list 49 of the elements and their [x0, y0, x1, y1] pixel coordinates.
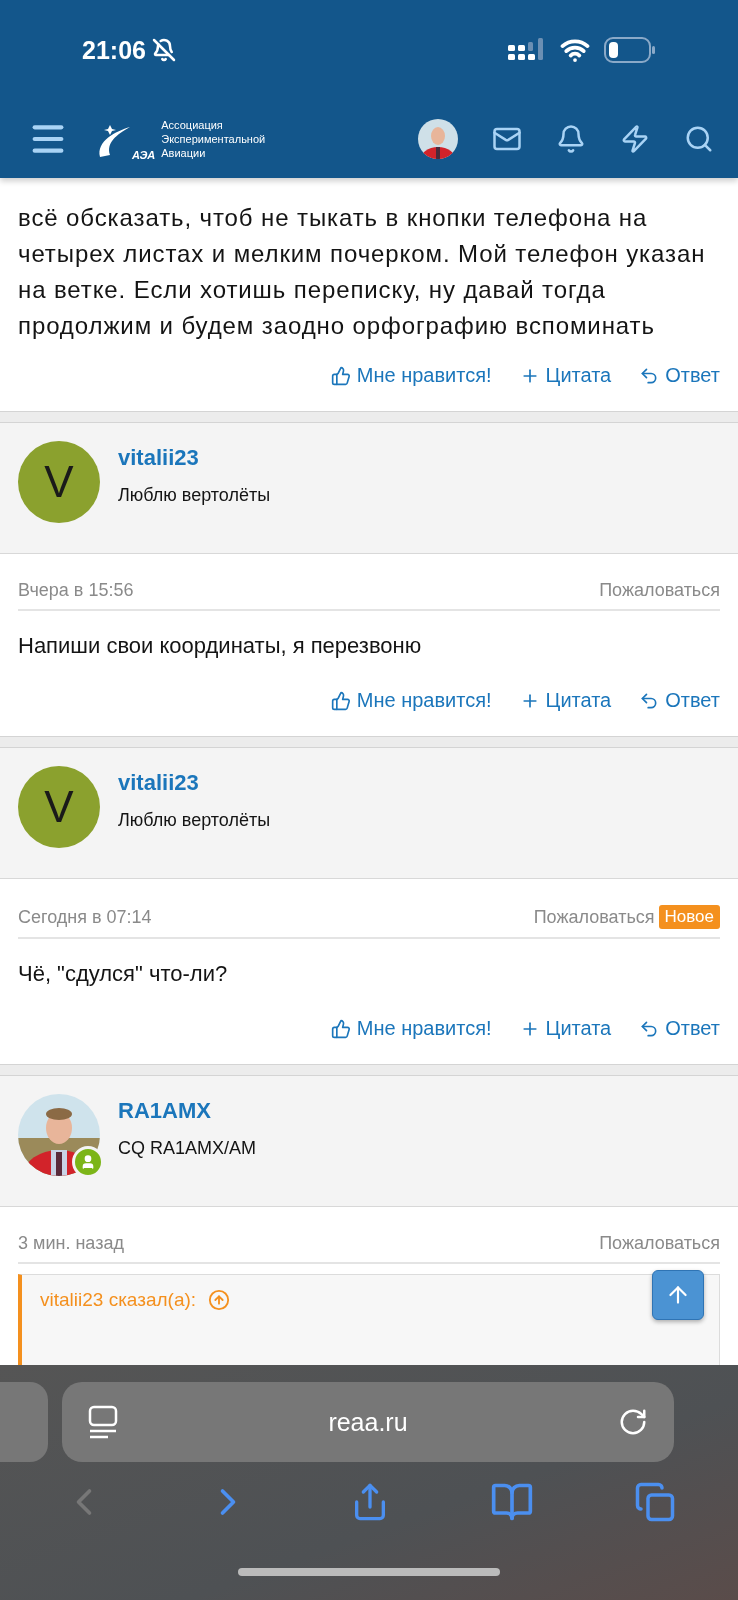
lightning-icon[interactable] [620, 124, 650, 154]
url-text: reaa.ru [328, 1407, 408, 1437]
report-link[interactable]: Пожаловаться [533, 906, 655, 928]
like-link[interactable]: Мне нравится! [330, 1017, 492, 1040]
like-link[interactable]: Мне нравится! [330, 364, 492, 387]
reply-link[interactable]: Ответ [639, 689, 720, 712]
username-link[interactable]: vitalii23 [118, 444, 271, 471]
tabs-icon [634, 1481, 676, 1523]
search-icon[interactable] [684, 124, 714, 154]
avatar[interactable]: V [18, 766, 100, 848]
logo-text: Ассоциация [161, 118, 224, 132]
post-time: 3 мин. назад [18, 1233, 124, 1254]
post-time: Сегодня в 07:14 [18, 906, 152, 928]
battery-icon [604, 37, 656, 63]
reply-link[interactable]: Ответ [639, 364, 720, 387]
thumbs-up-icon [330, 365, 351, 386]
post-text: Чё, "сдулся" что-ли? [17, 960, 229, 988]
account-avatar[interactable] [418, 119, 458, 159]
username-link[interactable]: vitalii23 [118, 769, 271, 796]
quote-link[interactable]: Цитата [519, 1017, 612, 1040]
logo-text: Экспериментальной [161, 132, 266, 146]
quote-link[interactable]: Цитата [519, 364, 612, 387]
report-link[interactable]: Пожаловаться [599, 580, 720, 601]
reply-link[interactable]: Ответ [639, 1017, 720, 1040]
page-menu-icon [88, 1405, 118, 1439]
status-time: 21:06 [82, 35, 146, 65]
username-link[interactable]: RA1AMX [118, 1097, 257, 1124]
tabs-button[interactable] [634, 1481, 676, 1523]
site-logo[interactable]: АЭА [96, 117, 156, 161]
avatar[interactable]: V [18, 441, 100, 523]
user-title: Люблю вертолёты [118, 484, 271, 506]
user-title: CQ RA1AMX/AM [118, 1137, 257, 1159]
quote-link[interactable]: Цитата [519, 689, 612, 712]
thumbs-up-icon [330, 690, 351, 711]
address-bar[interactable]: reaa.ru [62, 1382, 674, 1462]
reload-icon[interactable] [618, 1407, 648, 1437]
thumbs-up-icon [330, 1018, 351, 1039]
post-text: всё обсказать, чтоб не тыкать в кнопки телефона на четырех листах и мелким почерком. Мой телефон указан на ветке. Если хотишь переписку, ну давай тогда продолжим и будем заодно орфографию вспоминать [17, 203, 707, 341]
report-link[interactable]: Пожаловаться [599, 1233, 720, 1254]
signal-icon [508, 38, 546, 62]
bell-icon[interactable] [556, 124, 586, 154]
logo-text: Авиации [161, 146, 207, 160]
post-time: Вчера в 15:56 [18, 580, 134, 601]
quote-source: vitalii23 сказал(а): [40, 1289, 197, 1311]
scroll-to-top-button[interactable] [652, 1270, 704, 1320]
user-title: Люблю вертолёты [118, 809, 271, 831]
like-link[interactable]: Мне нравится! [330, 689, 492, 712]
new-badge: Новое [658, 905, 720, 929]
post-text: Напиши свои координаты, я перезвоню [17, 632, 423, 660]
